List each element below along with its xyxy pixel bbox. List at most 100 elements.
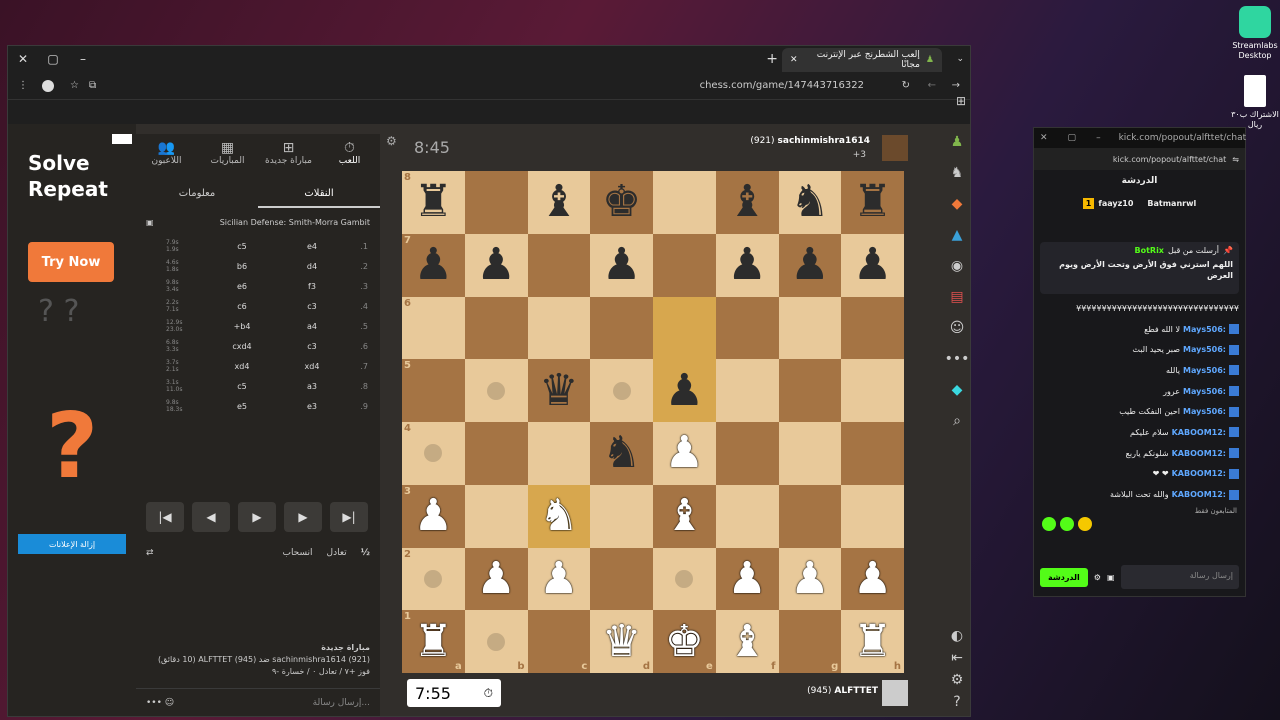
prev-move-button[interactable]: ◀ xyxy=(192,502,230,532)
piece-wp[interactable]: ♟ xyxy=(665,431,704,475)
tab-menu-icon[interactable]: ⌄ xyxy=(956,54,964,64)
piece-br[interactable]: ♜ xyxy=(853,180,892,224)
emote-icon[interactable] xyxy=(1078,516,1092,531)
maximize-window-icon[interactable]: ▢ xyxy=(38,52,68,66)
pinned-user[interactable]: BotRix xyxy=(1134,246,1163,255)
share-icon[interactable]: ⧉ xyxy=(89,80,96,91)
settings-icon[interactable]: ⚙ xyxy=(1094,573,1101,582)
minimize-window-icon[interactable]: – xyxy=(68,52,98,66)
square-c6[interactable] xyxy=(527,296,591,360)
square-c2[interactable]: ♟ xyxy=(527,547,591,611)
watch-icon[interactable]: ◉ xyxy=(944,258,970,289)
square-e8[interactable] xyxy=(653,171,716,234)
square-f2[interactable]: ♟ xyxy=(715,547,779,611)
square-c3[interactable]: ♞ xyxy=(527,484,591,548)
piece-bp[interactable]: ♟ xyxy=(602,243,641,287)
square-c5[interactable]: ♛ xyxy=(527,359,591,422)
apps-grid-icon[interactable]: ⊞ xyxy=(956,94,966,108)
square-h4[interactable] xyxy=(841,422,904,485)
minimize-window-icon[interactable]: – xyxy=(1096,133,1101,143)
piece-wr[interactable]: ♜ xyxy=(853,619,892,664)
chat-username[interactable]: Mays506: xyxy=(1183,366,1226,375)
square-g1[interactable]: g xyxy=(778,610,842,673)
piece-br[interactable]: ♜ xyxy=(414,180,453,224)
piece-bn[interactable]: ♞ xyxy=(602,431,641,475)
square-h2[interactable]: ♟ xyxy=(841,547,904,611)
square-g6[interactable] xyxy=(778,296,842,360)
white-move[interactable]: xd4 xyxy=(278,362,346,371)
square-h1[interactable]: ♜ h xyxy=(841,610,904,673)
black-move[interactable]: c5 xyxy=(206,382,278,391)
bookmark-star-icon[interactable]: ☆ xyxy=(70,80,79,91)
flip-board-icon[interactable]: ⇄ xyxy=(146,548,154,558)
tab-games[interactable]: ▦ المباريات xyxy=(197,134,258,182)
move-hint-dot[interactable] xyxy=(675,569,694,588)
search-icon[interactable]: ⌕ xyxy=(944,413,970,444)
square-c7[interactable] xyxy=(527,233,591,297)
chat-input[interactable]: إرسال رسالة xyxy=(1120,565,1239,589)
back-icon[interactable]: ← xyxy=(928,80,936,91)
chat-username[interactable]: Mays506: xyxy=(1183,345,1226,354)
square-f8[interactable]: ♝ xyxy=(715,171,779,234)
tab-new-game[interactable]: ⊞ مباراة جديدة xyxy=(258,134,319,182)
square-c8[interactable]: ♝ xyxy=(527,171,591,234)
file-icon[interactable]: الاشتراك ب٣٠ ريال xyxy=(1225,75,1280,130)
white-move[interactable]: e4 xyxy=(278,242,346,251)
menu-icon[interactable]: ⋮ xyxy=(18,80,28,91)
piece-bb[interactable]: ♝ xyxy=(727,180,766,224)
url-text[interactable]: chess.com/game/147443716322 xyxy=(700,80,864,91)
piece-wr[interactable]: ♜ xyxy=(414,619,453,664)
emote-icon[interactable] xyxy=(1042,516,1056,531)
piece-wp[interactable]: ♟ xyxy=(476,556,515,601)
square-d8[interactable]: ♚ xyxy=(590,171,653,234)
close-window-icon[interactable]: ✕ xyxy=(1040,133,1048,143)
leader-2[interactable]: Batmanrwl xyxy=(1147,199,1196,208)
puzzle-icon[interactable]: ♞ xyxy=(944,165,970,196)
black-move[interactable]: b4+ xyxy=(206,322,278,331)
square-g4[interactable] xyxy=(778,422,842,485)
square-a8[interactable]: ♜ 8 xyxy=(402,171,465,234)
puzzles-icon[interactable]: ◆ xyxy=(944,196,970,227)
square-b3[interactable] xyxy=(464,484,528,548)
chat-username[interactable]: KABOOM12: xyxy=(1172,469,1226,478)
help-icon[interactable]: ? xyxy=(944,694,970,716)
square-d7[interactable]: ♟ xyxy=(590,233,653,297)
white-move[interactable]: a3 xyxy=(278,382,346,391)
kick-url[interactable]: kick.com/popout/alfttet/chat xyxy=(1119,133,1247,143)
black-move[interactable]: c6 xyxy=(206,302,278,311)
square-e6[interactable] xyxy=(653,296,716,360)
top-player-name[interactable]: sachinmishra1614 xyxy=(778,136,870,146)
chat-username[interactable]: KABOOM12: xyxy=(1172,449,1226,458)
square-b5[interactable] xyxy=(464,359,528,422)
reload-icon[interactable]: ↻ xyxy=(902,80,910,91)
last-move-button[interactable]: ▶| xyxy=(330,502,368,532)
move-hint-dot[interactable] xyxy=(487,381,506,400)
move-hint-dot[interactable] xyxy=(424,444,443,463)
draw-button[interactable]: تعادل xyxy=(327,548,347,558)
square-a5[interactable]: 5 xyxy=(402,359,465,422)
piece-wq[interactable]: ♛ xyxy=(602,619,641,664)
square-b8[interactable] xyxy=(464,171,528,234)
white-move[interactable]: a4 xyxy=(278,322,346,331)
square-f4[interactable] xyxy=(715,422,779,485)
chat-options-icon[interactable]: ••• ☺ xyxy=(146,698,174,708)
forward-icon[interactable]: → xyxy=(952,80,960,91)
leader-1[interactable]: faayz10 xyxy=(1098,199,1133,208)
emote-icon[interactable] xyxy=(1060,516,1074,531)
square-d6[interactable] xyxy=(590,296,653,360)
address-bar[interactable]: ⋮ ☆ ⧉ chess.com/game/147443716322 ↻ ← → xyxy=(8,72,970,100)
black-move[interactable]: cxd4 xyxy=(206,342,278,351)
piece-wk[interactable]: ♚ xyxy=(665,619,704,664)
remove-ads-button[interactable]: إزالة الإعلانات xyxy=(18,534,126,554)
move-hint-dot[interactable] xyxy=(612,381,631,400)
square-b1[interactable]: b xyxy=(464,610,528,673)
white-move[interactable]: c3 xyxy=(278,302,346,311)
square-g2[interactable]: ♟ xyxy=(778,547,842,611)
news-icon[interactable]: ▤ xyxy=(944,289,970,320)
square-e2[interactable] xyxy=(653,547,716,611)
square-d4[interactable]: ♞ xyxy=(590,422,653,485)
tune-icon[interactable]: ⇋ xyxy=(1232,155,1239,164)
piece-bp[interactable]: ♟ xyxy=(727,243,766,287)
square-h8[interactable]: ♜ xyxy=(841,171,904,234)
piece-bp[interactable]: ♟ xyxy=(790,243,829,287)
